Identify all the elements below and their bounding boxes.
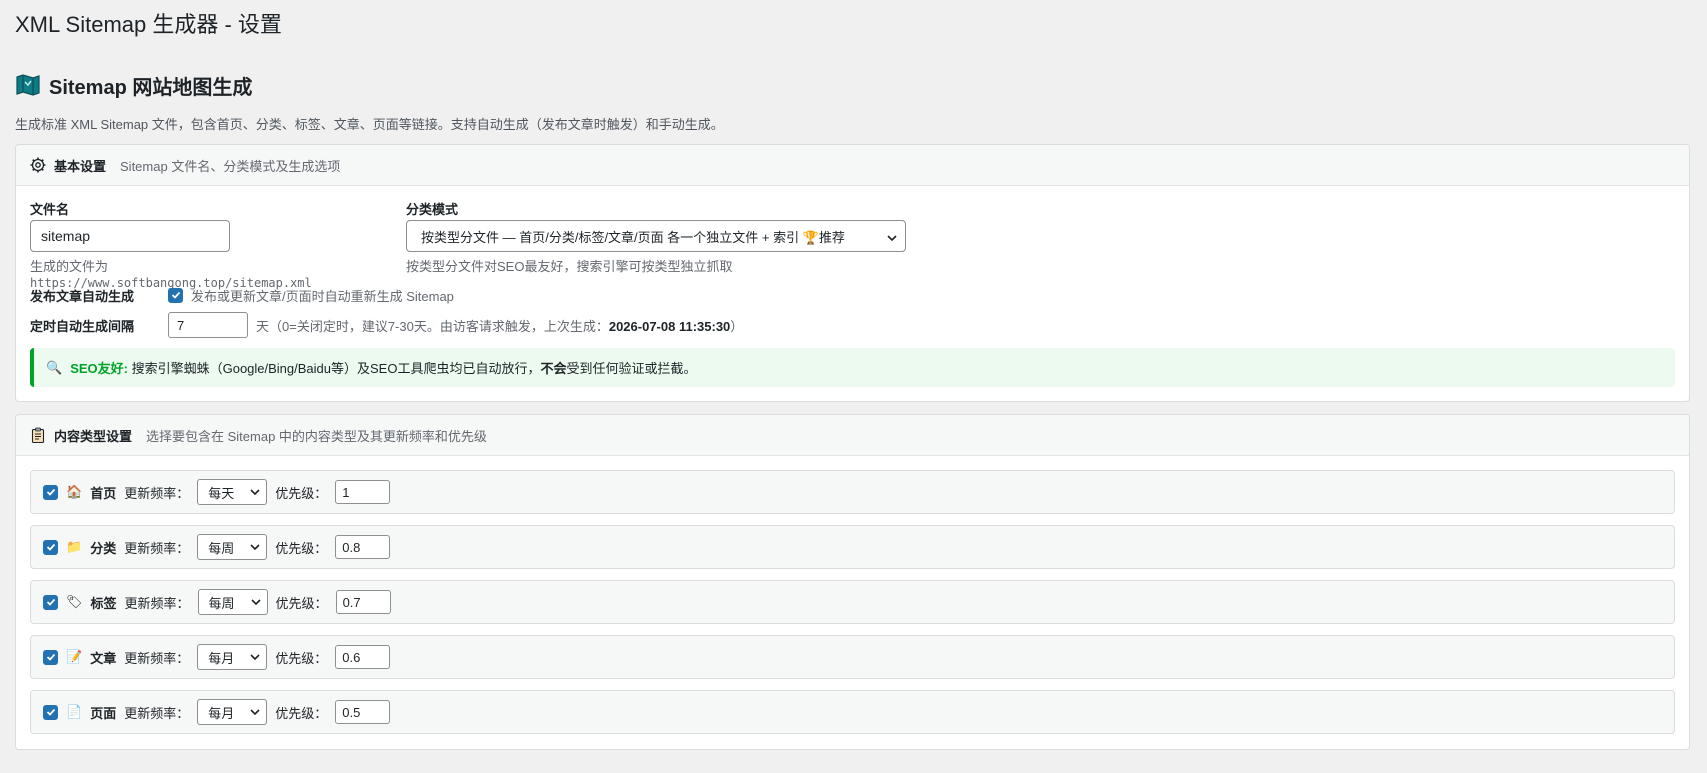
filename-hint-prefix: 生成的文件为 bbox=[30, 259, 109, 274]
tag-checkbox[interactable] bbox=[43, 594, 58, 610]
seo-notice-bold: 不会 bbox=[540, 361, 567, 376]
page-priority-input[interactable]: 0.5 bbox=[335, 700, 391, 724]
content-type-body: 🏠 首页 更新频率： 每天 优先级： 1 📁 分类 更新频率： 每周 优先级： … bbox=[16, 456, 1689, 749]
map-icon bbox=[15, 73, 41, 97]
page-title: Sitemap 网站地图生成 bbox=[49, 76, 253, 99]
chevron-down-icon bbox=[250, 544, 260, 550]
content-row-page: 📄 页面 更新频率： 每月 优先级： 0.5 bbox=[30, 690, 1675, 734]
post-freq-select[interactable]: 每月 bbox=[197, 644, 268, 670]
content-row-home: 🏠 首页 更新频率： 每天 优先级： 1 bbox=[30, 470, 1675, 514]
seo-notice: 🔍 SEO友好: 搜索引擎蜘蛛（Google/Bing/Baidu等）及SEO工… bbox=[30, 348, 1675, 387]
category-freq-select[interactable]: 每周 bbox=[197, 534, 268, 560]
basic-settings-subtitle: Sitemap 文件名、分类模式及生成选项 bbox=[120, 158, 341, 174]
post-priority-label: 优先级： bbox=[275, 650, 328, 666]
tag-freq-value: 每周 bbox=[208, 595, 235, 611]
basic-settings-card: 基本设置 Sitemap 文件名、分类模式及生成选项 文件名 sitemap 生… bbox=[15, 144, 1690, 402]
basic-settings-title: 基本设置 bbox=[54, 158, 107, 174]
filename-field-group: 文件名 sitemap 生成的文件为 https://www.softbango… bbox=[30, 200, 390, 290]
tag-freq-label: 更新频率： bbox=[124, 595, 190, 611]
chevron-down-icon bbox=[250, 654, 260, 660]
interval-text-prefix: 天（0=关闭定时，建议7-30天。由访客请求触发，上次生成： bbox=[256, 318, 609, 334]
category-checkbox[interactable] bbox=[43, 539, 58, 555]
interval-input[interactable]: 7 bbox=[168, 312, 248, 338]
interval-label: 定时自动生成间隔 bbox=[30, 318, 135, 334]
basic-settings-header: 基本设置 Sitemap 文件名、分类模式及生成选项 bbox=[16, 145, 1689, 186]
page-checkbox[interactable] bbox=[43, 704, 58, 720]
chevron-down-icon bbox=[250, 709, 260, 715]
tag-priority-input[interactable]: 0.7 bbox=[335, 590, 391, 614]
auto-generate-checkbox[interactable] bbox=[168, 287, 183, 303]
tag-label: 标签 bbox=[90, 595, 117, 611]
content-type-subtitle: 选择要包含在 Sitemap 中的内容类型及其更新频率和优先级 bbox=[146, 428, 487, 444]
category-priority-label: 优先级： bbox=[275, 540, 328, 556]
folder-icon: 📁 bbox=[66, 539, 83, 554]
page-description: 生成标准 XML Sitemap 文件，包含首页、分类、标签、文章、页面等链接。… bbox=[15, 117, 724, 132]
post-label: 文章 bbox=[90, 650, 117, 666]
home-priority-input[interactable]: 1 bbox=[335, 480, 391, 504]
interval-last-generated: 2026-07-08 11:35:30 bbox=[608, 318, 731, 334]
gear-icon bbox=[30, 157, 46, 173]
window-title: XML Sitemap 生成器 - 设置 bbox=[15, 12, 282, 37]
content-row-category: 📁 分类 更新频率： 每周 优先级： 0.8 bbox=[30, 525, 1675, 569]
category-label: 分类 bbox=[90, 540, 117, 556]
interval-text-suffix: ） bbox=[730, 318, 744, 334]
filename-input[interactable]: sitemap bbox=[30, 220, 230, 252]
mode-select[interactable]: 按类型分文件 — 首页/分类/标签/文章/页面 各一个独立文件 + 索引 🏆推荐 bbox=[406, 220, 906, 252]
auto-generate-row: 发布文章自动生成 发布或更新文章/页面时自动重新生成 Sitemap bbox=[30, 282, 1675, 308]
filename-label: 文件名 bbox=[30, 202, 70, 217]
content-type-header: 内容类型设置 选择要包含在 Sitemap 中的内容类型及其更新频率和优先级 bbox=[16, 415, 1689, 456]
memo-icon: 📝 bbox=[66, 649, 83, 664]
category-freq-value: 每周 bbox=[208, 540, 235, 556]
seo-notice-strong: SEO友好: bbox=[70, 361, 128, 376]
tag-icon: 🏷 bbox=[66, 594, 83, 609]
home-label: 首页 bbox=[90, 485, 117, 501]
home-freq-select[interactable]: 每天 bbox=[197, 479, 268, 505]
interval-row: 定时自动生成间隔 7 天（0=关闭定时，建议7-30天。由访客请求触发，上次生成… bbox=[30, 312, 1675, 338]
page-priority-label: 优先级： bbox=[275, 705, 328, 721]
seo-notice-text-2: 受到任何验证或拦截。 bbox=[566, 361, 697, 376]
interval-text: 天（0=关闭定时，建议7-30天。由访客请求触发，上次生成：2026-07-08… bbox=[256, 316, 743, 335]
page-freq-select[interactable]: 每月 bbox=[197, 699, 268, 725]
page-freq-label: 更新频率： bbox=[124, 705, 190, 721]
home-priority-label: 优先级： bbox=[275, 485, 328, 501]
mode-select-value: 按类型分文件 — 首页/分类/标签/文章/页面 各一个独立文件 + 索引 🏆推荐 bbox=[421, 229, 845, 245]
mode-hint: 按类型分文件对SEO最友好，搜索引擎可按类型独立抓取 bbox=[406, 259, 733, 274]
chevron-down-icon bbox=[250, 599, 261, 605]
content-type-card: 内容类型设置 选择要包含在 Sitemap 中的内容类型及其更新频率和优先级 🏠… bbox=[15, 414, 1690, 750]
category-priority-input[interactable]: 0.8 bbox=[335, 535, 391, 559]
post-freq-value: 每月 bbox=[208, 650, 235, 666]
filename-hint: 生成的文件为 https://www.softbangong.top/sitem… bbox=[30, 256, 390, 290]
home-freq-value: 每天 bbox=[208, 485, 235, 501]
mode-field-group: 分类模式 按类型分文件 — 首页/分类/标签/文章/页面 各一个独立文件 + 索… bbox=[406, 200, 906, 274]
seo-notice-text: SEO友好: 搜索引擎蜘蛛（Google/Bing/Baidu等）及SEO工具爬… bbox=[70, 358, 696, 377]
page-freq-value: 每月 bbox=[208, 705, 235, 721]
mode-label: 分类模式 bbox=[406, 202, 459, 217]
page-icon: 📄 bbox=[66, 704, 83, 719]
chevron-down-icon bbox=[887, 229, 897, 244]
chevron-down-icon bbox=[250, 489, 260, 495]
magnifier-icon: 🔍 bbox=[46, 359, 63, 375]
post-freq-label: 更新频率： bbox=[124, 650, 190, 666]
content-row-post: 📝 文章 更新频率： 每月 优先级： 0.6 bbox=[30, 635, 1675, 679]
page-header: Sitemap 网站地图生成 bbox=[15, 70, 1692, 100]
home-freq-label: 更新频率： bbox=[124, 485, 190, 501]
auto-generate-label: 发布文章自动生成 bbox=[30, 288, 135, 304]
post-checkbox[interactable] bbox=[43, 649, 58, 665]
category-freq-label: 更新频率： bbox=[124, 540, 190, 556]
page-label: 页面 bbox=[90, 705, 117, 721]
home-checkbox[interactable] bbox=[43, 484, 58, 500]
home-icon: 🏠 bbox=[66, 484, 83, 499]
basic-settings-body: 文件名 sitemap 生成的文件为 https://www.softbango… bbox=[16, 186, 1689, 401]
content-type-title: 内容类型设置 bbox=[54, 428, 133, 444]
auto-generate-text: 发布或更新文章/页面时自动重新生成 Sitemap bbox=[191, 288, 454, 304]
content-row-tag: 🏷 标签 更新频率： 每周 优先级： 0.7 bbox=[30, 580, 1675, 624]
clipboard-icon bbox=[30, 427, 46, 443]
seo-notice-text-1: 搜索引擎蜘蛛（Google/Bing/Baidu等）及SEO工具爬虫均已自动放行… bbox=[127, 361, 541, 376]
post-priority-input[interactable]: 0.6 bbox=[335, 645, 391, 669]
tag-freq-select[interactable]: 每周 bbox=[197, 589, 268, 615]
tag-priority-label: 优先级： bbox=[275, 595, 328, 611]
